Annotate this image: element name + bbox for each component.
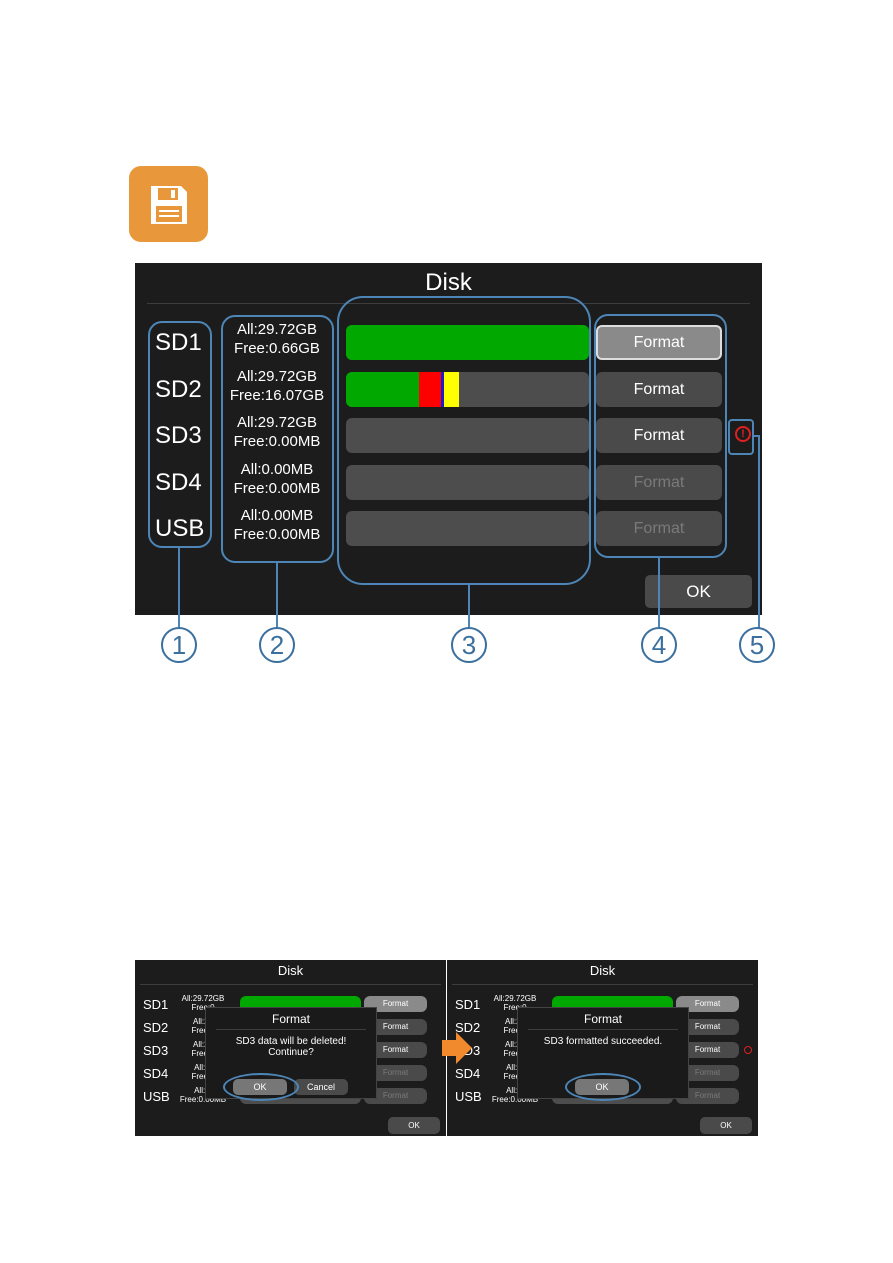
dialog-title: Format [271, 1012, 310, 1026]
screen-title: Disk [425, 269, 472, 296]
ok-button[interactable]: OK [700, 1117, 752, 1134]
leader-line [758, 435, 760, 628]
arrow-right-icon [442, 1032, 472, 1064]
dialog-message: SD3 data will be deleted! [235, 1036, 347, 1047]
exclamation-circle-icon[interactable] [744, 1046, 752, 1054]
disk-label: SD2 [143, 1020, 169, 1035]
divider [140, 984, 441, 985]
callout-4: 4 [641, 627, 677, 663]
dialog-title: Format [583, 1012, 622, 1026]
divider [452, 984, 753, 985]
callout-3: 3 [451, 627, 487, 663]
disk-label: USB [455, 1089, 482, 1104]
callout-1: 1 [161, 627, 197, 663]
highlight-ellipse [223, 1073, 299, 1101]
callout-box-alert [728, 419, 754, 455]
leader-line [658, 556, 660, 628]
ok-button[interactable]: OK [388, 1117, 440, 1134]
callout-box-labels [148, 321, 212, 548]
callout-2: 2 [259, 627, 295, 663]
screen-title: Disk [589, 963, 616, 978]
disk-label: USB [143, 1089, 170, 1104]
divider [528, 1029, 678, 1030]
divider [216, 1029, 366, 1030]
disk-label: SD4 [143, 1066, 169, 1081]
format-dialog: Format SD3 data will be deleted! Continue?… [205, 1007, 377, 1101]
callout-box-format [594, 314, 727, 558]
leader-line [468, 583, 470, 628]
callout-5: 5 [739, 627, 775, 663]
callout-box-usage [337, 296, 591, 585]
leader-line [178, 546, 180, 628]
callout-box-capacity [221, 315, 334, 563]
dialog-message: SD3 formatted succeeded. [543, 1036, 663, 1047]
disk-label: SD4 [455, 1066, 481, 1081]
cancel-button[interactable]: Cancel [294, 1079, 348, 1095]
ok-button[interactable]: OK [645, 575, 752, 608]
format-success-screen: Disk SD1 All:29.72GB Free:0 Format SD2 All:29 F… [447, 960, 758, 1136]
highlight-ellipse [565, 1073, 641, 1101]
disk-label: SD1 [143, 997, 169, 1012]
total-capacity: All:29.72GB [181, 994, 225, 1003]
dialog-message: Continue? [268, 1047, 314, 1058]
leader-line [276, 561, 278, 628]
format-confirm-screen: Disk SD1 All:29.72GB Free:0 Format SD2 All:29 F… [135, 960, 446, 1136]
floppy-disk-icon [129, 166, 208, 242]
format-dialog: Format SD3 formatted succeeded. OK [517, 1007, 689, 1101]
screen-title: Disk [277, 963, 304, 978]
disk-label: SD1 [455, 997, 481, 1012]
disk-label: SD3 [143, 1043, 169, 1058]
total-capacity: All:29.72GB [493, 994, 537, 1003]
